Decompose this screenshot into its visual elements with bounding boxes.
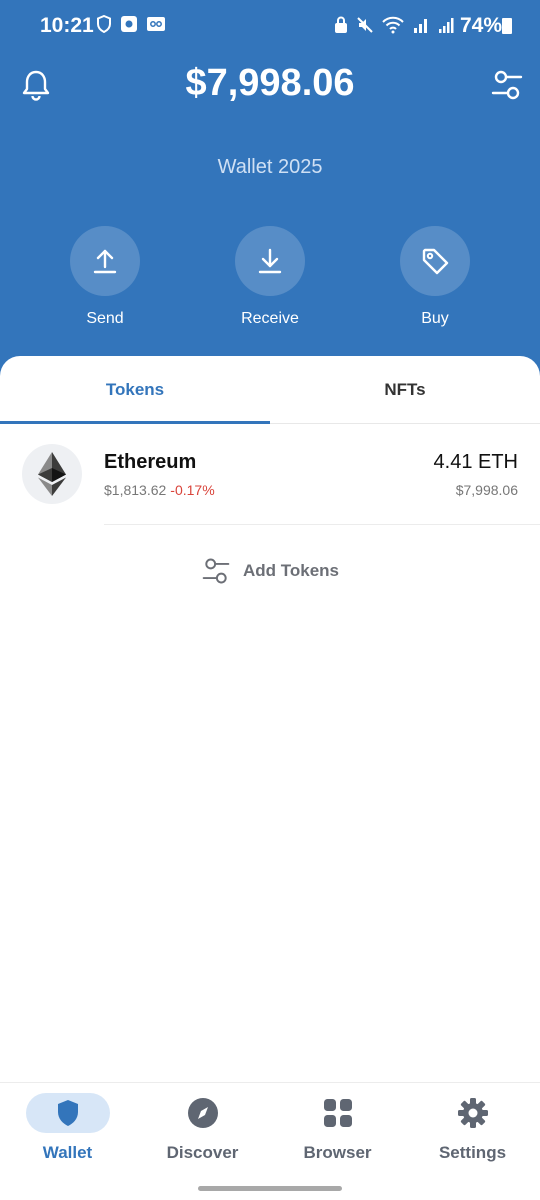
shield-icon	[57, 1100, 78, 1126]
wifi-icon	[382, 16, 404, 34]
row-divider	[104, 524, 540, 525]
wallet-header: 10:21 74% $7,998.06 Wallet 2025 Send Rec…	[0, 0, 540, 380]
filter-sliders-icon	[202, 558, 230, 584]
shield-outline-icon	[97, 15, 111, 33]
square-app-icon	[121, 16, 137, 32]
status-time: 10:21	[40, 14, 94, 37]
home-indicator[interactable]	[198, 1186, 342, 1191]
nav-discover[interactable]: Discover	[135, 1093, 270, 1163]
token-name: Ethereum	[104, 451, 197, 473]
assets-card: Tokens NFTs Ethereum $1,813.62 -0.17% 4.4…	[0, 356, 540, 1086]
compass-icon	[187, 1098, 218, 1128]
tag-icon	[422, 248, 449, 275]
tabs-divider	[270, 423, 540, 424]
battery-percent: 74%	[459, 14, 502, 37]
nav-settings-icon-wrap[interactable]	[431, 1093, 515, 1133]
token-price-line: $1,813.62 -0.17%	[104, 482, 215, 498]
wallet-name[interactable]: Wallet 2025	[0, 156, 540, 179]
send-button-circle[interactable]	[70, 226, 140, 296]
upload-arrow-icon	[93, 249, 117, 274]
buy-button[interactable]: Buy	[380, 226, 490, 328]
grid-icon	[323, 1099, 352, 1127]
active-tab-indicator	[0, 421, 270, 424]
nav-wallet-icon-wrap[interactable]	[25, 1093, 110, 1133]
nav-settings-label: Settings	[438, 1143, 507, 1162]
receive-button[interactable]: Receive	[215, 226, 325, 328]
wallet-screen: 10:21 74% $7,998.06 Wallet 2025 Send Rec…	[0, 0, 540, 1200]
receive-button-circle[interactable]	[235, 226, 305, 296]
receive-label: Receive	[241, 310, 299, 327]
nav-settings[interactable]: Settings	[405, 1093, 540, 1163]
token-price: $1,813.62	[104, 482, 167, 498]
ethereum-logo-icon	[38, 452, 66, 496]
gear-icon	[457, 1098, 488, 1128]
send-button[interactable]: Send	[50, 226, 160, 328]
token-fiat-value: $7,998.06	[455, 482, 518, 498]
add-tokens-button[interactable]: Add Tokens	[0, 556, 540, 586]
voicemail-icon	[147, 17, 165, 31]
total-balance: $7,998.06	[185, 62, 355, 104]
tab-nfts[interactable]: NFTs	[270, 356, 540, 424]
token-logo	[22, 444, 82, 504]
download-arrow-icon	[258, 248, 282, 274]
nav-browser-icon-wrap[interactable]	[296, 1093, 380, 1133]
nav-wallet-label: Wallet	[42, 1143, 93, 1162]
nav-wallet[interactable]: Wallet	[0, 1093, 135, 1163]
bottom-navigation: Wallet Discover Browser Settings	[0, 1082, 540, 1200]
send-label: Send	[86, 310, 124, 327]
nav-discover-icon-wrap[interactable]	[161, 1093, 245, 1133]
tab-tokens[interactable]: Tokens	[0, 356, 270, 424]
nav-browser-label: Browser	[303, 1143, 372, 1162]
signal-icon	[414, 19, 427, 33]
status-bar: 10:21 74%	[0, 0, 540, 52]
nav-browser[interactable]: Browser	[270, 1093, 405, 1163]
add-tokens-label: Add Tokens	[242, 561, 340, 580]
status-system-icons	[334, 16, 454, 34]
filter-sliders-icon[interactable]	[490, 68, 524, 102]
buy-label: Buy	[421, 310, 449, 327]
token-row-ethereum[interactable]: Ethereum $1,813.62 -0.17% 4.41 ETH $7,998…	[0, 442, 540, 526]
alarm-lock-icon	[335, 16, 347, 33]
token-amount: 4.41 ETH	[433, 451, 518, 473]
nav-discover-label: Discover	[166, 1143, 239, 1162]
status-notification-icons	[96, 15, 166, 33]
token-change: -0.17%	[170, 482, 215, 498]
mute-icon	[357, 17, 373, 33]
buy-button-circle[interactable]	[400, 226, 470, 296]
battery-icon	[502, 18, 512, 34]
signal-icon-2	[439, 18, 454, 33]
